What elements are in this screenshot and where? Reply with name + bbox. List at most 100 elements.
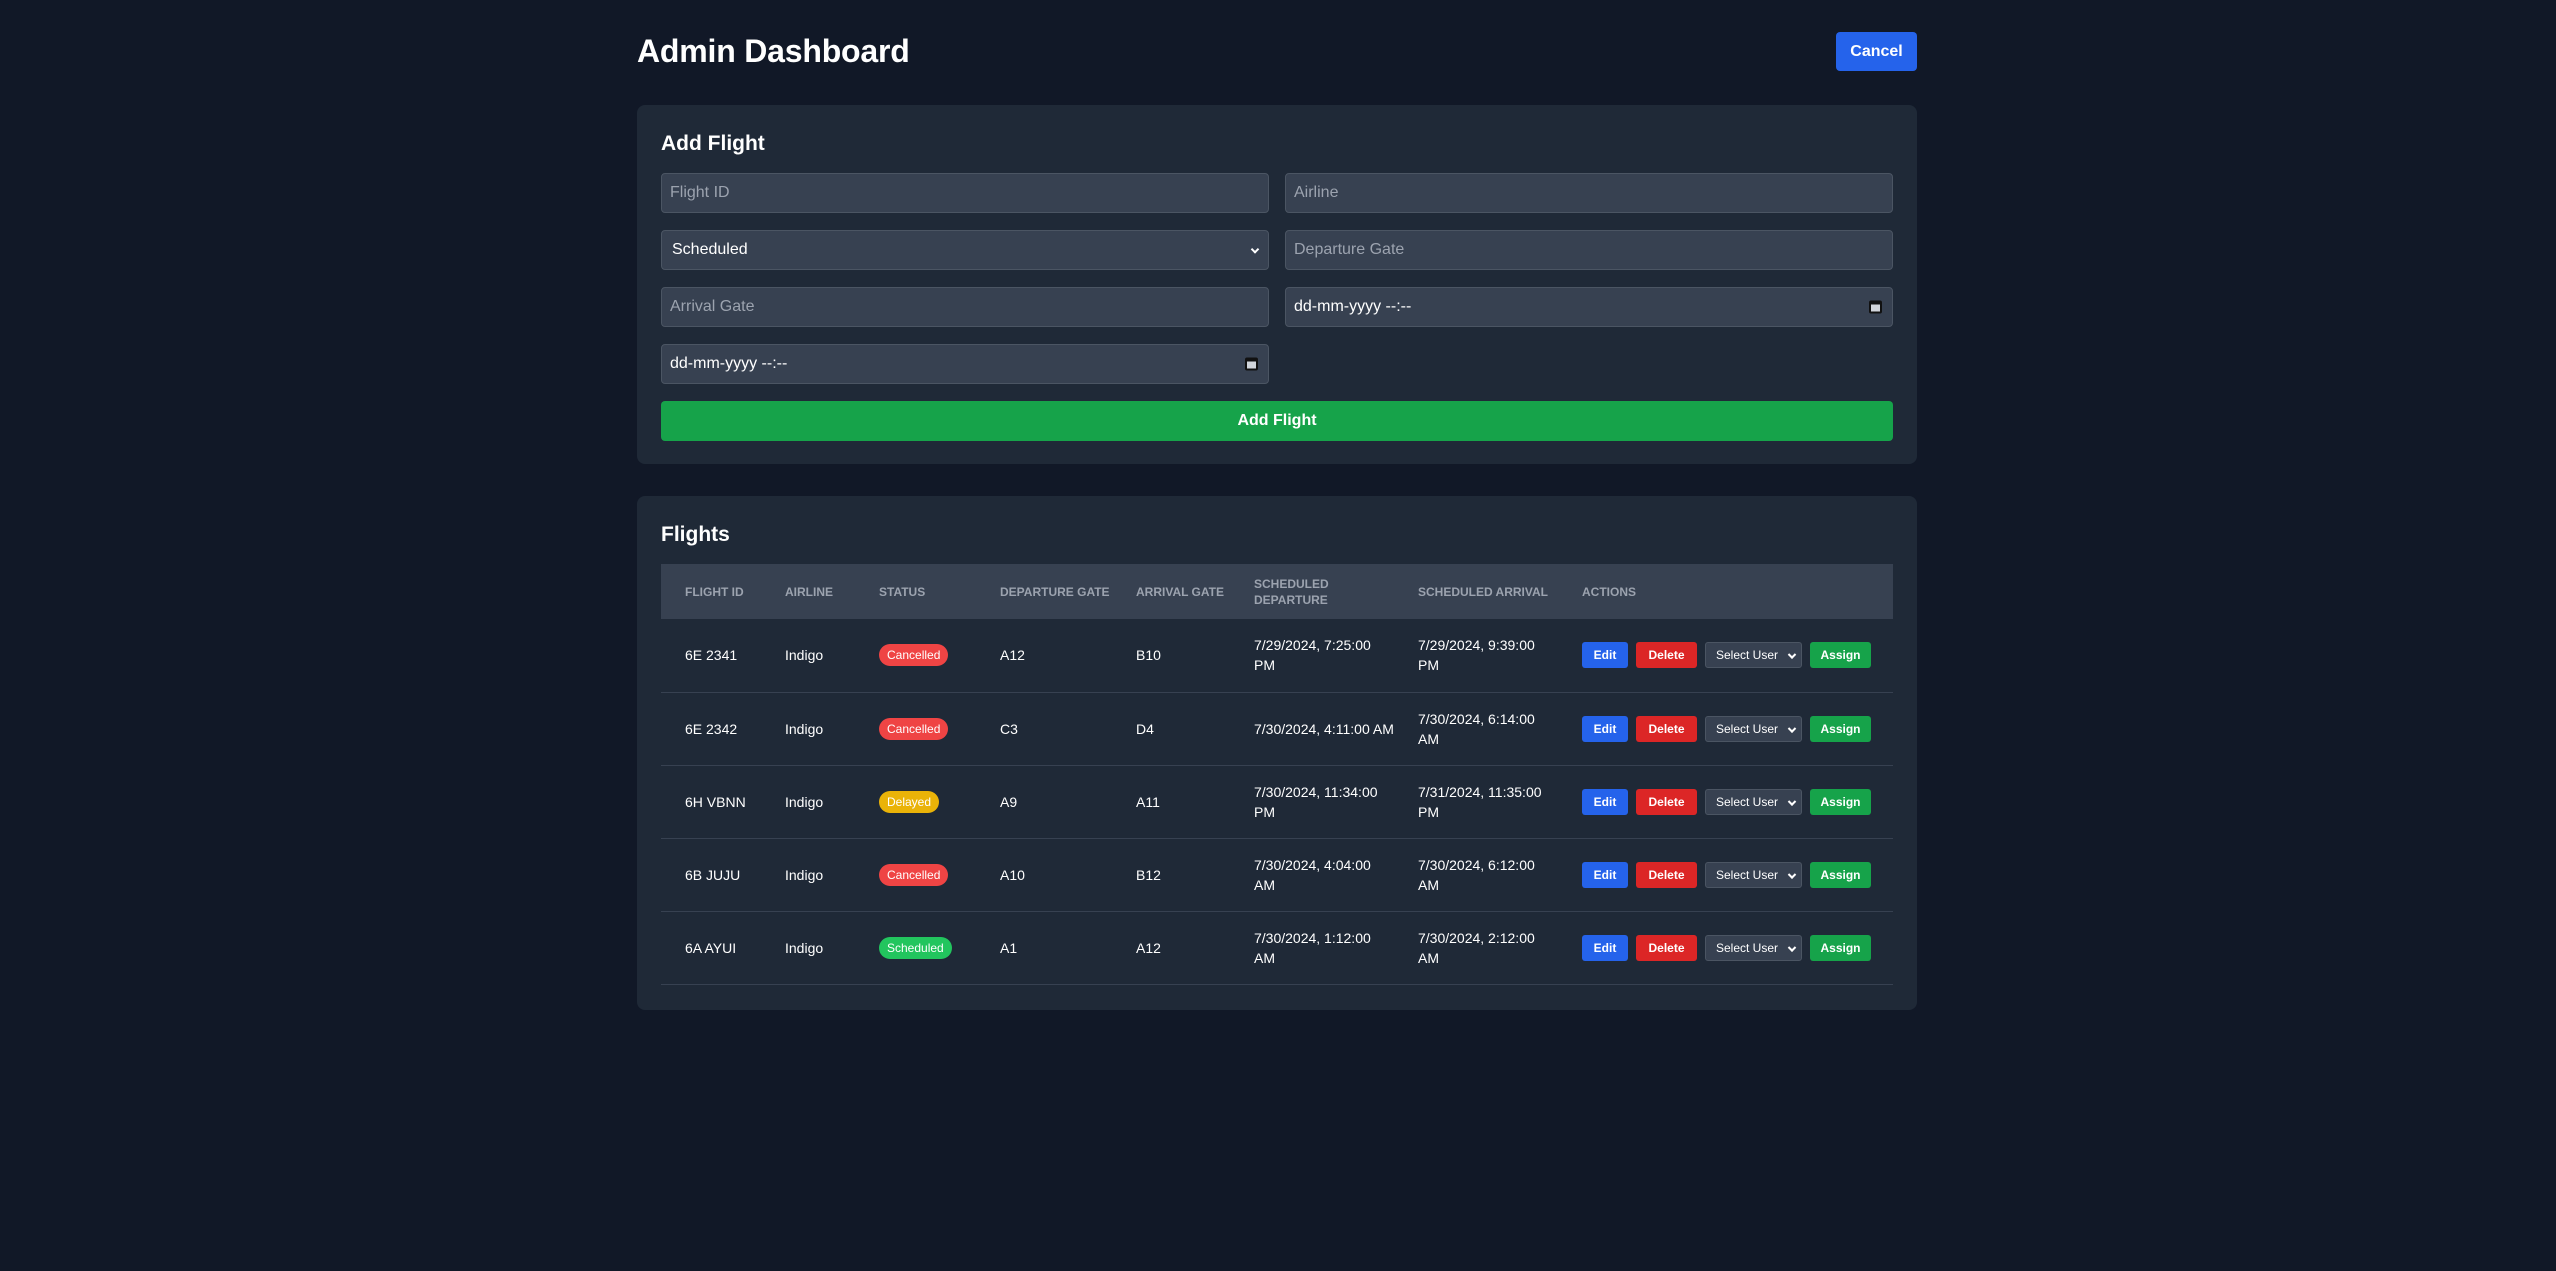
status-badge: Scheduled [879, 936, 952, 959]
cell-scheduled-departure: 7/30/2024, 1:12:00 AM [1254, 929, 1371, 966]
edit-button[interactable]: Edit [1582, 642, 1628, 669]
cell-status: Cancelled [855, 838, 976, 911]
cell-departure-gate: A10 [1000, 866, 1025, 883]
edit-button[interactable]: Edit [1582, 788, 1628, 815]
select-user-value: Select User [1716, 648, 1779, 663]
cell-status: Scheduled [855, 911, 976, 984]
select-user-value: Select User [1716, 721, 1779, 736]
status-badge: Cancelled [879, 863, 949, 886]
column-header-departure-gate: DEPARTURE GATE [1000, 584, 1110, 599]
table-row: 6B JUJU Indigo Cancelled A10 B12 7/30/20… [661, 838, 1893, 911]
cell-flight-id: 6E 2342 [685, 720, 738, 737]
row-actions: Edit Delete Select User Assign [1582, 715, 1893, 742]
status-select-value: Scheduled [672, 241, 748, 258]
departure-gate-input[interactable]: Departure Gate [1285, 230, 1893, 270]
cell-airline: Indigo [785, 866, 824, 883]
cell-scheduled-departure: 7/29/2024, 7:25:00 PM [1254, 637, 1371, 674]
select-user-value: Select User [1716, 940, 1779, 955]
airline-input[interactable]: Airline [1285, 173, 1893, 213]
cell-flight-id: 6H VBNN [685, 793, 746, 810]
chevron-down-icon [1250, 245, 1260, 254]
select-user-value: Select User [1716, 867, 1779, 882]
row-actions: Edit Delete Select User Assign [1582, 861, 1893, 888]
cell-status: Delayed [855, 765, 976, 838]
assign-button[interactable]: Assign [1810, 788, 1871, 815]
cancel-button[interactable]: Cancel [1836, 32, 1917, 71]
airline-placeholder: Airline [1294, 184, 1339, 201]
cell-actions: Edit Delete Select User Assign [1558, 911, 1893, 984]
cell-actions: Edit Delete Select User Assign [1558, 692, 1893, 765]
scheduled-arrival-value: dd-mm-yyyy --:-- [670, 355, 788, 372]
delete-button[interactable]: Delete [1636, 861, 1697, 888]
delete-button[interactable]: Delete [1636, 934, 1697, 961]
select-user-dropdown[interactable]: Select User [1705, 715, 1802, 742]
add-flight-card: Add Flight Flight ID Airline Scheduled D… [637, 105, 1917, 464]
status-badge: Cancelled [879, 717, 949, 740]
flight-id-input[interactable]: Flight ID [661, 173, 1269, 213]
status-badge: Cancelled [879, 644, 949, 667]
assign-button[interactable]: Assign [1810, 861, 1871, 888]
column-header-flight-id: FLIGHT ID [685, 584, 744, 599]
cell-scheduled-arrival: 7/30/2024, 2:12:00 AM [1418, 929, 1535, 966]
delete-button[interactable]: Delete [1636, 788, 1697, 815]
cell-arrival-gate: A12 [1136, 939, 1161, 956]
cell-scheduled-arrival: 7/29/2024, 9:39:00 PM [1418, 637, 1535, 674]
cell-scheduled-departure: 7/30/2024, 4:04:00 AM [1254, 856, 1371, 893]
chevron-down-icon [1787, 723, 1797, 733]
add-flight-button[interactable]: Add Flight [661, 401, 1893, 441]
arrival-gate-placeholder: Arrival Gate [670, 298, 755, 315]
cell-departure-gate: A12 [1000, 647, 1025, 664]
cell-airline: Indigo [785, 793, 824, 810]
cell-airline: Indigo [785, 647, 824, 664]
row-actions: Edit Delete Select User Assign [1582, 788, 1893, 815]
cell-arrival-gate: A11 [1136, 793, 1160, 810]
edit-button[interactable]: Edit [1582, 934, 1628, 961]
status-badge: Delayed [879, 790, 940, 813]
select-user-value: Select User [1716, 794, 1779, 809]
select-user-dropdown[interactable]: Select User [1705, 934, 1802, 961]
column-header-airline: AIRLINE [785, 584, 833, 599]
flight-id-placeholder: Flight ID [670, 184, 730, 201]
row-actions: Edit Delete Select User Assign [1582, 642, 1893, 669]
assign-button[interactable]: Assign [1810, 642, 1871, 669]
assign-button[interactable]: Assign [1810, 934, 1871, 961]
edit-button[interactable]: Edit [1582, 861, 1628, 888]
select-user-dropdown[interactable]: Select User [1705, 788, 1802, 815]
cell-scheduled-arrival: 7/30/2024, 6:14:00 AM [1418, 710, 1535, 747]
flights-title: Flights [661, 523, 730, 546]
table-row: 6A AYUI Indigo Scheduled A1 A12 7/30/202… [661, 911, 1893, 984]
column-header-actions: ACTIONS [1582, 584, 1636, 599]
calendar-icon[interactable] [1245, 357, 1258, 371]
column-header-scheduled-arrival: SCHEDULED ARRIVAL [1418, 584, 1549, 599]
assign-button[interactable]: Assign [1810, 715, 1871, 742]
cell-status: Cancelled [855, 692, 976, 765]
chevron-down-icon [1787, 796, 1797, 806]
arrival-gate-input[interactable]: Arrival Gate [661, 287, 1269, 327]
delete-button[interactable]: Delete [1636, 642, 1697, 669]
cell-scheduled-arrival: 7/30/2024, 6:12:00 AM [1418, 856, 1535, 893]
cell-scheduled-arrival: 7/31/2024, 11:35:00 PM [1418, 783, 1542, 820]
scheduled-departure-input[interactable]: dd-mm-yyyy --:-- [1285, 287, 1893, 327]
scheduled-arrival-input[interactable]: dd-mm-yyyy --:-- [661, 344, 1269, 384]
table-row: 6H VBNN Indigo Delayed A9 A11 7/30/2024,… [661, 765, 1893, 838]
chevron-down-icon [1787, 869, 1797, 879]
flights-card: Flights FLIGHT ID AIRLINE STATUS DEPARTU… [637, 496, 1917, 1010]
cell-flight-id: 6B JUJU [685, 866, 741, 883]
cell-departure-gate: C3 [1000, 720, 1018, 737]
edit-button[interactable]: Edit [1582, 715, 1628, 742]
cell-actions: Edit Delete Select User Assign [1558, 619, 1893, 692]
flights-table-body: 6E 2341 Indigo Cancelled A12 B10 7/29/20… [661, 619, 1893, 984]
cell-scheduled-departure: 7/30/2024, 4:11:00 AM [1254, 720, 1394, 737]
cell-arrival-gate: D4 [1136, 720, 1154, 737]
flights-table: FLIGHT ID AIRLINE STATUS DEPARTURE GATE … [661, 564, 1893, 985]
column-header-arrival-gate: ARRIVAL GATE [1136, 584, 1225, 599]
add-flight-title: Add Flight [661, 132, 765, 155]
delete-button[interactable]: Delete [1636, 715, 1697, 742]
cell-arrival-gate: B12 [1136, 866, 1161, 883]
status-select[interactable]: Scheduled [661, 230, 1269, 270]
scheduled-departure-value: dd-mm-yyyy --:-- [1294, 298, 1412, 315]
calendar-icon[interactable] [1869, 300, 1882, 314]
select-user-dropdown[interactable]: Select User [1705, 642, 1802, 669]
select-user-dropdown[interactable]: Select User [1705, 861, 1802, 888]
cell-status: Cancelled [855, 619, 976, 692]
